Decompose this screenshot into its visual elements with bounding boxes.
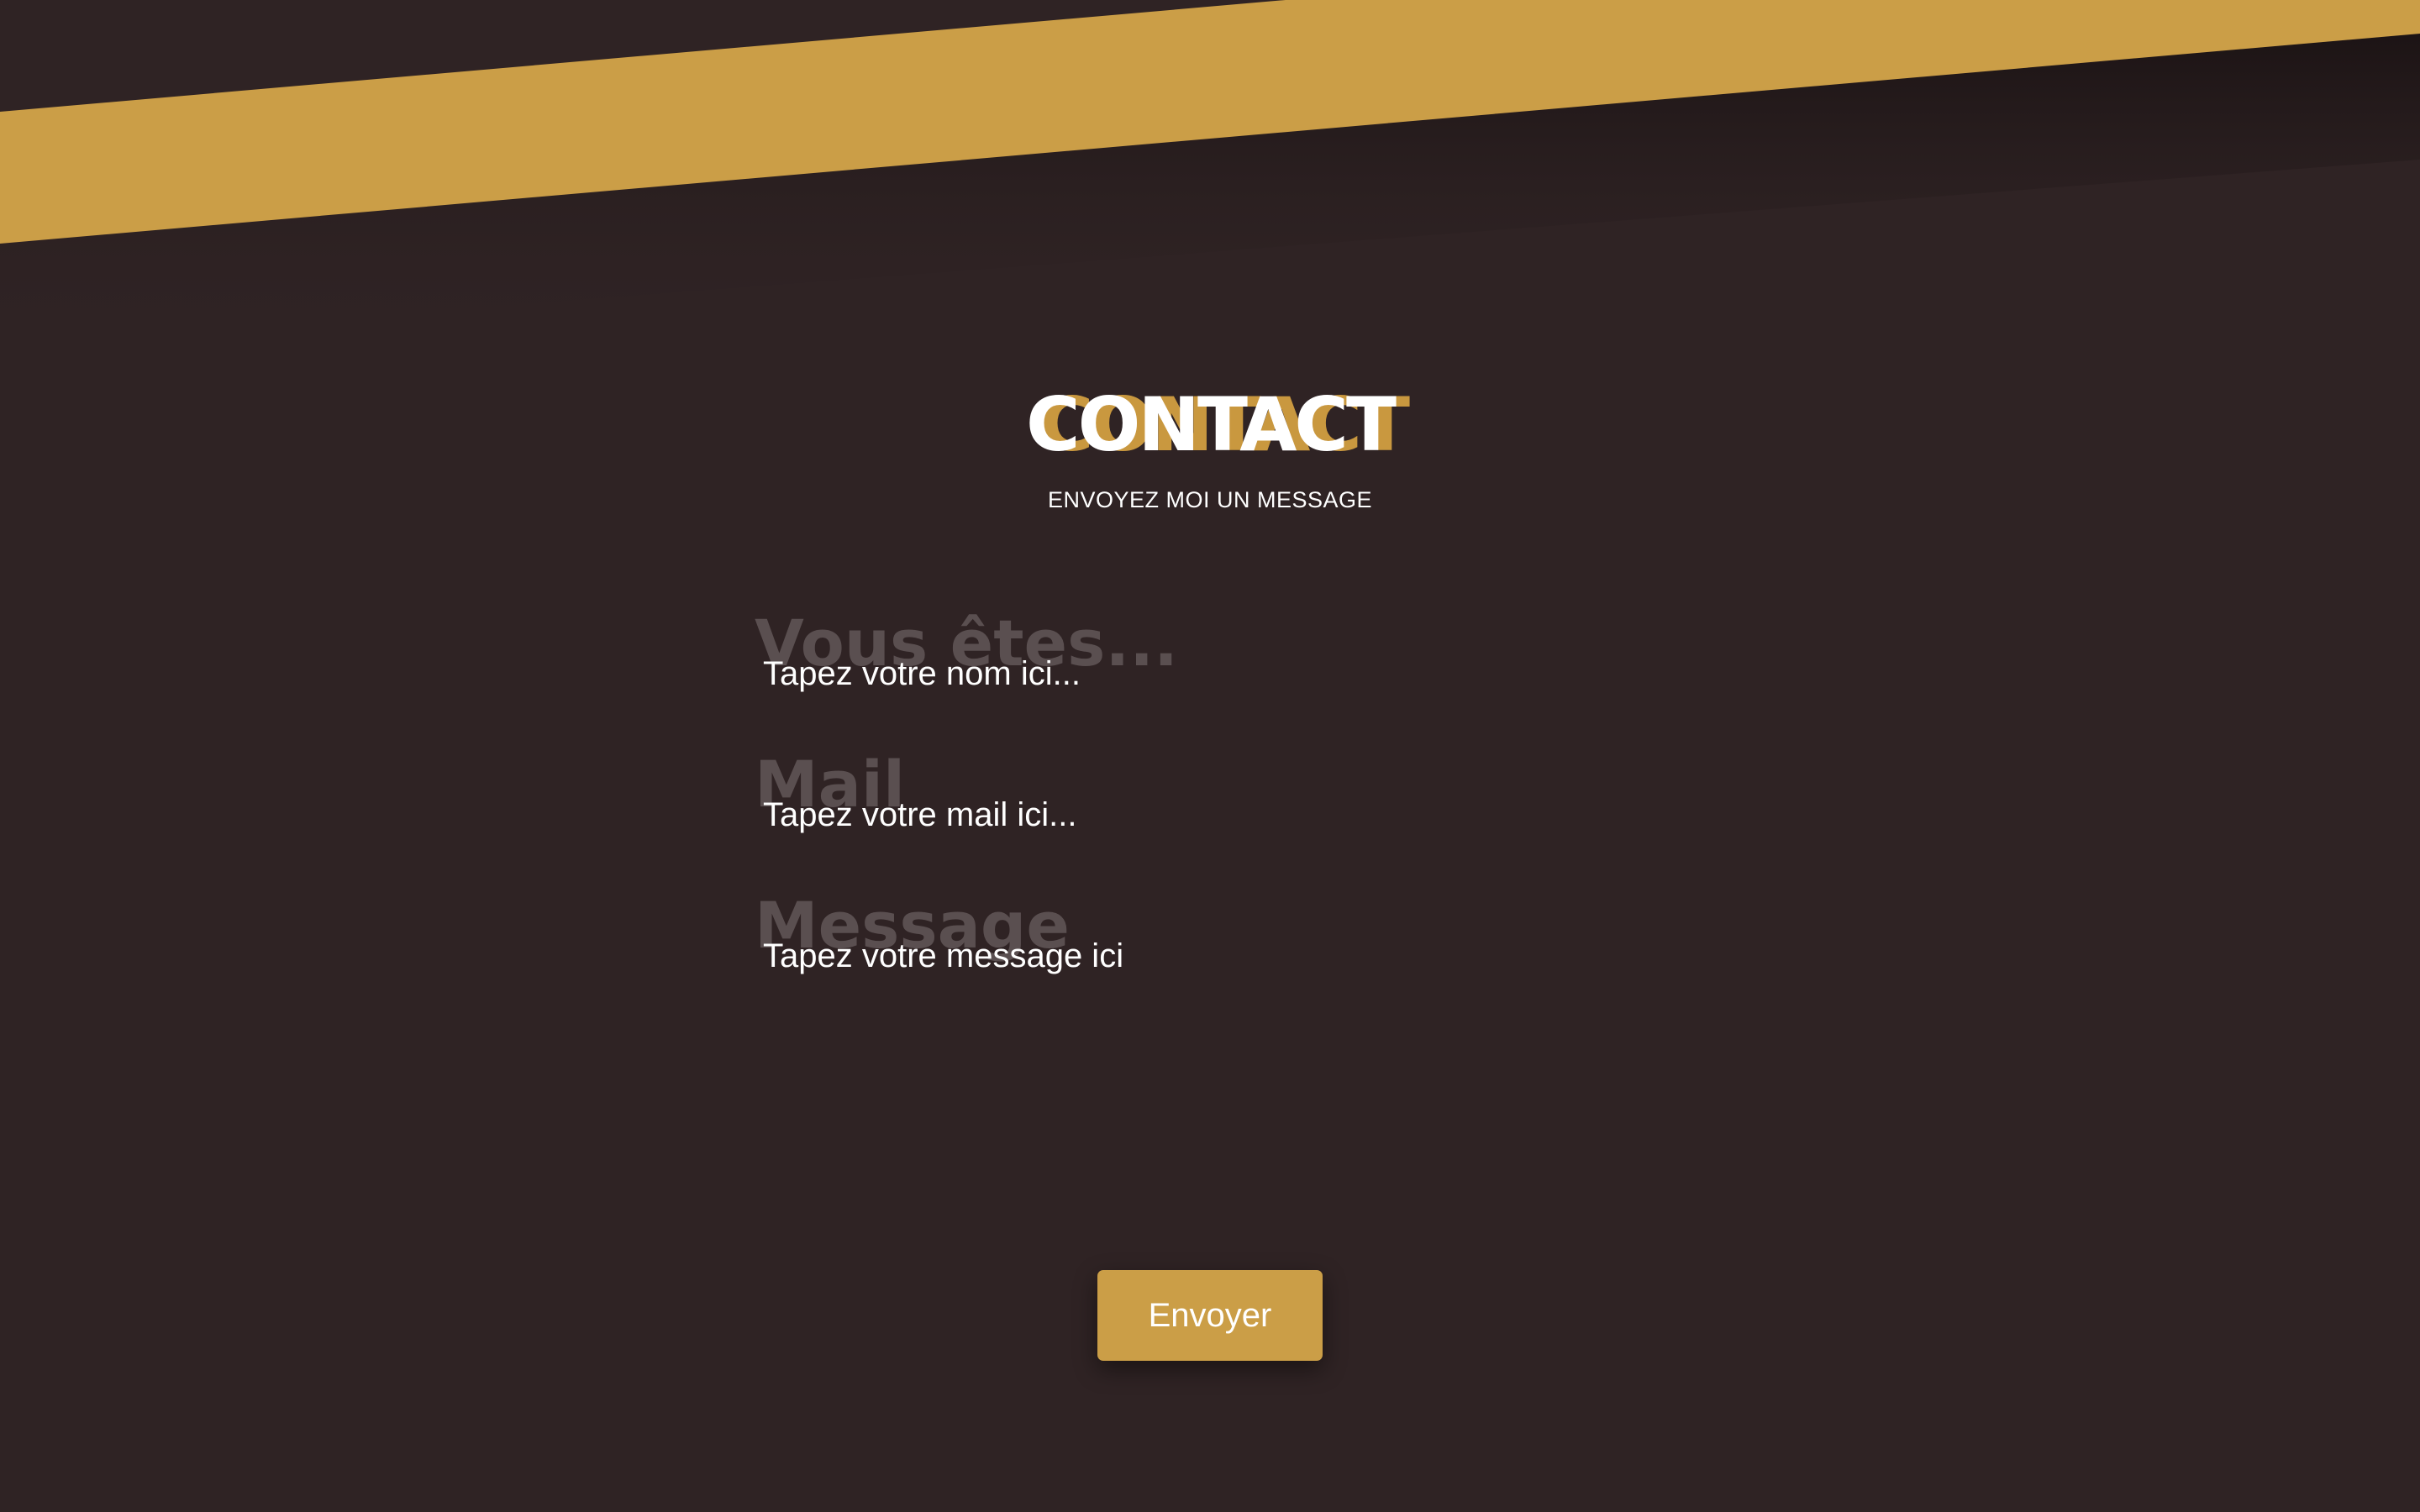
page-subtitle: ENVOYEZ MOI UN MESSAGE xyxy=(1047,487,1373,512)
mail-input[interactable] xyxy=(763,796,1603,834)
contact-page: CONTACT CONTACT ENVOYEZ MOI UN MESSAGE V… xyxy=(0,0,2420,1512)
page-title: CONTACT CONTACT xyxy=(1026,388,1410,462)
send-button[interactable]: Envoyer xyxy=(1097,1270,1323,1361)
page-title-text: CONTACT xyxy=(1026,381,1397,468)
title-container: CONTACT CONTACT xyxy=(0,388,2420,462)
name-input[interactable] xyxy=(763,655,1603,693)
decorative-gold-band xyxy=(0,0,2420,244)
message-textarea[interactable] xyxy=(763,937,1603,1156)
